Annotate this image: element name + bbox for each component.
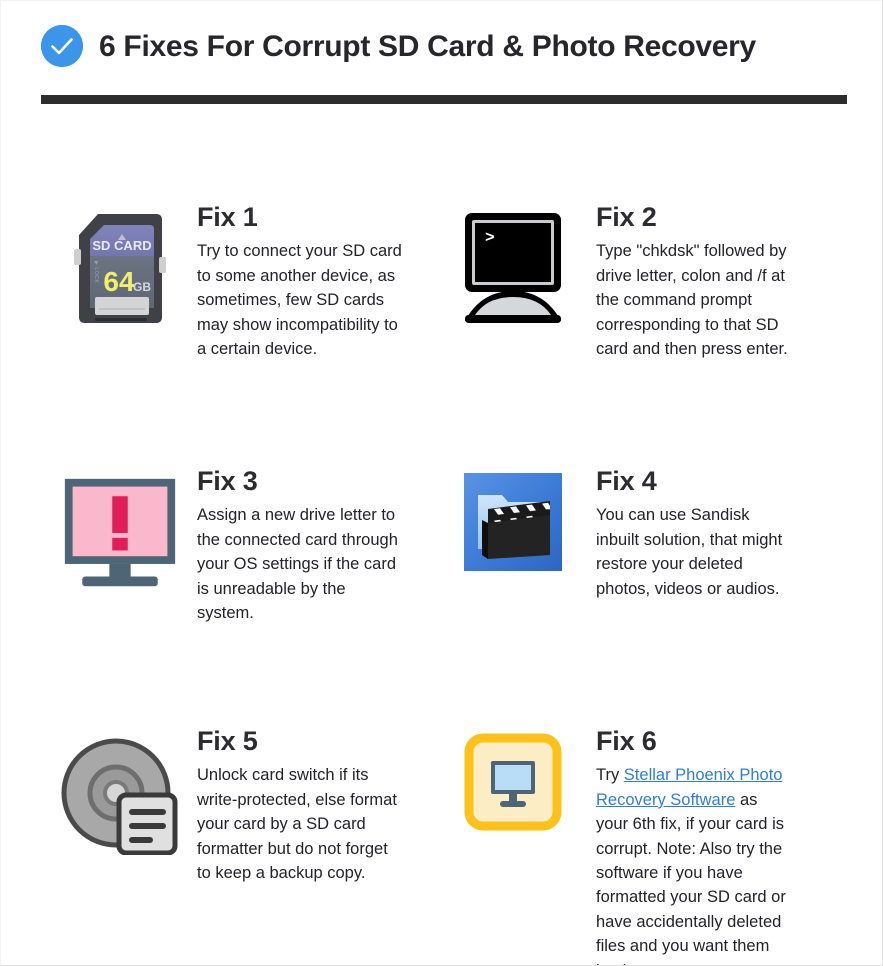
svg-text:SD CARD: SD CARD [92,238,151,253]
page-header: 6 Fixes For Corrupt SD Card & Photo Reco… [41,25,846,67]
fix-heading: Fix 1 [197,202,258,232]
fix-body: Unlock card switch if its write-protecte… [197,766,397,882]
fix-heading: Fix 6 [596,726,657,756]
page-title: 6 Fixes For Corrupt SD Card & Photo Reco… [99,29,756,63]
fix-text-2: Fix 2 Type "chkdsk" followed by drive le… [572,199,882,361]
sd-card-icon: SD CARD ▶ LOCK 64 GB [61,199,179,327]
fix-card-6: Fix 6 Try Stellar Phoenix Photo Recovery… [446,723,882,965]
svg-text:>: > [485,229,495,247]
fix-heading: Fix 4 [596,466,657,496]
fix-card-1: SD CARD ▶ LOCK 64 GB Fix 1 Try to connec… [1,199,446,463]
header-divider [41,95,847,104]
fix-body-prefix: Try [596,766,624,785]
fix-body: Assign a new drive letter to the connect… [197,506,398,622]
media-folder-icon [454,463,572,571]
fix-row: SD CARD ▶ LOCK 64 GB Fix 1 Try to connec… [1,199,882,463]
fix-body: Type "chkdsk" followed by drive letter, … [596,242,788,358]
fix-card-5: Fix 5 Unlock card switch if its write-pr… [1,723,446,965]
terminal-monitor-icon: > [454,199,572,325]
svg-text:64: 64 [103,266,135,297]
fix-grid: SD CARD ▶ LOCK 64 GB Fix 1 Try to connec… [1,199,882,965]
fix-heading: Fix 2 [596,202,657,232]
fix-text-4: Fix 4 You can use Sandisk inbuilt soluti… [572,463,882,601]
fix-text-6: Fix 6 Try Stellar Phoenix Photo Recovery… [572,723,882,965]
fix-card-3: Fix 3 Assign a new drive letter to the c… [1,463,446,723]
fix-text-3: Fix 3 Assign a new drive letter to the c… [179,463,446,625]
fix-row: Fix 5 Unlock card switch if its write-pr… [1,723,882,965]
fix-text-5: Fix 5 Unlock card switch if its write-pr… [179,723,446,885]
svg-text:GB: GB [133,280,151,294]
monitor-badge-icon [454,723,572,831]
fix-body: Try Stellar Phoenix Photo Recovery Softw… [596,763,792,965]
infographic-page: 6 Fixes For Corrupt SD Card & Photo Reco… [0,0,883,966]
fix-body: Try to connect your SD card to some anot… [197,242,402,358]
monitor-alert-icon [61,463,179,593]
svg-text:▶ LOCK: ▶ LOCK [93,261,99,284]
fix-body-suffix: as your 6th fix, if your card is corrupt… [596,790,786,965]
fix-row: Fix 3 Assign a new drive letter to the c… [1,463,882,723]
fix-card-2: > Fix 2 Type "chkdsk" followed by drive … [446,199,882,463]
fix-body: You can use Sandisk inbuilt solution, th… [596,506,783,598]
fix-text-1: Fix 1 Try to connect your SD card to som… [179,199,446,361]
fix-heading: Fix 5 [197,726,258,756]
disc-document-icon [61,723,179,855]
check-circle-icon [41,25,83,67]
fix-card-4: Fix 4 You can use Sandisk inbuilt soluti… [446,463,882,723]
fix-heading: Fix 3 [197,466,258,496]
